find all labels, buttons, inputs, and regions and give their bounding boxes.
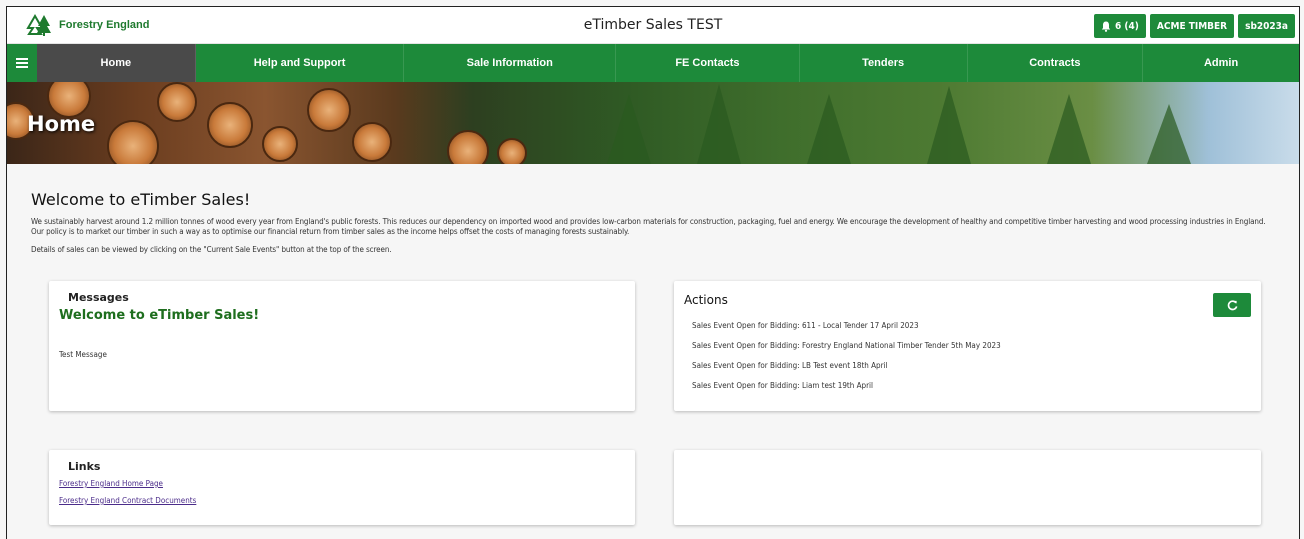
menu-toggle[interactable]: [7, 44, 37, 82]
links-heading: Links: [68, 460, 101, 473]
message-body: Test Message: [59, 350, 107, 359]
main-nav: Home Help and Support Sale Information F…: [7, 44, 1299, 82]
tree-shape: [1047, 94, 1091, 164]
log-image: [157, 82, 197, 122]
action-item[interactable]: Sales Event Open for Bidding: Forestry E…: [692, 341, 1251, 350]
refresh-icon: [1227, 299, 1237, 310]
nav-fe-contacts[interactable]: FE Contacts: [616, 44, 800, 82]
link-contract-documents[interactable]: Forestry England Contract Documents: [59, 496, 625, 505]
hamburger-icon: [15, 58, 28, 68]
messages-card: Messages Welcome to eTimber Sales! Test …: [49, 281, 635, 411]
nav-admin[interactable]: Admin: [1143, 44, 1299, 82]
dashboard-cards: Messages Welcome to eTimber Sales! Test …: [31, 263, 1275, 533]
top-bar: Forestry England eTimber Sales TEST 6 (4…: [7, 7, 1299, 44]
nav-help-and-support[interactable]: Help and Support: [196, 44, 405, 82]
user-button[interactable]: sb2023a: [1238, 14, 1295, 38]
action-item[interactable]: Sales Event Open for Bidding: Liam test …: [692, 381, 1251, 390]
brand-name: Forestry England: [59, 19, 150, 31]
actions-card: Actions Sales Event Open for Bidding: 61…: [674, 281, 1261, 411]
nav-contracts[interactable]: Contracts: [968, 44, 1144, 82]
nav-tenders[interactable]: Tenders: [800, 44, 968, 82]
header-actions: 6 (4) ACME TIMBER sb2023a: [1094, 14, 1295, 38]
log-image: [497, 138, 527, 164]
action-item[interactable]: Sales Event Open for Bidding: 611 - Loca…: [692, 321, 1251, 330]
hero-banner: Home: [7, 82, 1299, 164]
main-content: Welcome to eTimber Sales! We sustainably…: [7, 164, 1299, 533]
tree-shape: [927, 86, 971, 164]
actions-heading: Actions: [684, 293, 728, 307]
tree-shape: [697, 84, 741, 164]
log-image: [262, 126, 298, 162]
actions-list: Sales Event Open for Bidding: 611 - Loca…: [692, 321, 1251, 390]
log-image: [107, 120, 159, 164]
log-image: [447, 130, 489, 164]
welcome-heading: Welcome to eTimber Sales!: [31, 190, 251, 209]
empty-card: [674, 450, 1261, 525]
log-image: [207, 102, 253, 148]
nav-home[interactable]: Home: [36, 44, 196, 82]
tree-logo-icon: [26, 14, 51, 36]
messages-title: Welcome to eTimber Sales!: [59, 308, 260, 323]
page-title: Home: [27, 112, 96, 136]
messages-heading: Messages: [68, 291, 129, 304]
tree-shape: [607, 94, 651, 164]
intro-paragraph: We sustainably harvest around 1.2 millio…: [31, 217, 1266, 236]
tree-shape: [1147, 104, 1191, 164]
nav-sale-information[interactable]: Sale Information: [404, 44, 617, 82]
company-button[interactable]: ACME TIMBER: [1149, 14, 1235, 38]
app-frame: Forestry England eTimber Sales TEST 6 (4…: [6, 6, 1300, 539]
log-image: [307, 88, 351, 132]
log-image: [352, 122, 392, 162]
link-forestry-england-home[interactable]: Forestry England Home Page: [59, 479, 625, 488]
details-paragraph: Details of sales can be viewed by clicki…: [31, 245, 392, 254]
notifications-count: 6 (4): [1115, 20, 1139, 32]
notifications-button[interactable]: 6 (4): [1094, 14, 1146, 38]
brand-logo[interactable]: Forestry England: [25, 14, 149, 36]
bell-icon: [1101, 21, 1111, 32]
tree-shape: [807, 94, 851, 164]
action-item[interactable]: Sales Event Open for Bidding: LB Test ev…: [692, 361, 1251, 370]
links-card: Links Forestry England Home Page Forestr…: [49, 450, 635, 525]
refresh-button[interactable]: [1213, 293, 1251, 317]
